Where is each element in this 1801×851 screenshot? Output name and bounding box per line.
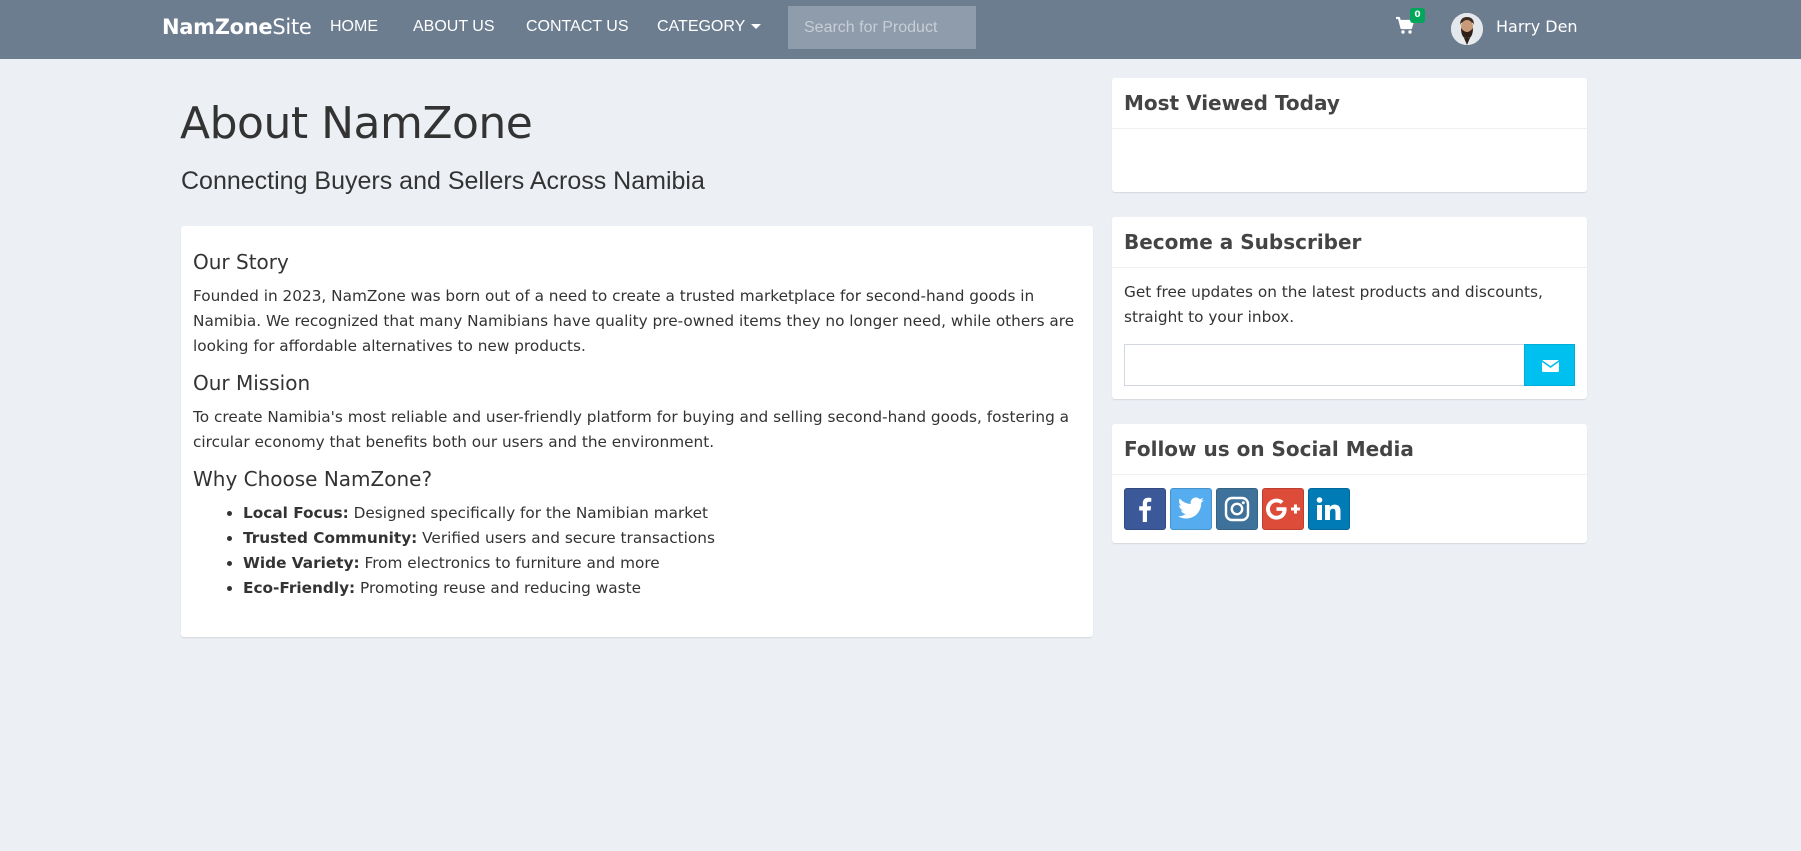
page-subtitle: Connecting Buyers and Sellers Across Nam… xyxy=(181,167,705,195)
brand-name-regular: Site xyxy=(272,15,312,39)
feature-text: From electronics to furniture and more xyxy=(359,554,660,572)
our-story-heading: Our Story xyxy=(193,250,289,274)
linkedin-button[interactable] xyxy=(1308,488,1350,530)
feature-label: Eco-Friendly: xyxy=(243,579,356,597)
twitter-button[interactable] xyxy=(1170,488,1212,530)
social-media-box: Follow us on Social Media xyxy=(1112,424,1587,543)
subscribe-title: Become a Subscriber xyxy=(1112,217,1587,268)
list-item: Local Focus: Designed specifically for t… xyxy=(243,501,1081,526)
social-media-title: Follow us on Social Media xyxy=(1112,424,1587,475)
our-mission-heading: Our Mission xyxy=(193,371,311,395)
social-buttons xyxy=(1124,488,1350,530)
linkedin-icon xyxy=(1316,497,1341,520)
nav-category-label: CATEGORY xyxy=(657,18,746,35)
google-plus-button[interactable] xyxy=(1262,488,1304,530)
our-story-text: Founded in 2023, NamZone was born out of… xyxy=(193,287,1075,355)
feature-label: Wide Variety: xyxy=(243,554,360,572)
feature-label: Local Focus: xyxy=(243,504,349,522)
user-name[interactable]: Harry Den xyxy=(1496,17,1578,36)
user-avatar-image xyxy=(1451,13,1483,45)
subscribe-box: Become a Subscriber Get free updates on … xyxy=(1112,217,1587,399)
nav-contact-us[interactable]: CONTACT US xyxy=(526,18,629,36)
nav-category-dropdown[interactable]: CATEGORY xyxy=(657,18,762,36)
subscribe-form xyxy=(1124,344,1575,386)
list-item: Wide Variety: From electronics to furnit… xyxy=(243,551,1081,576)
most-viewed-title: Most Viewed Today xyxy=(1112,78,1587,129)
feature-text: Promoting reuse and reducing waste xyxy=(355,579,641,597)
brand-name-bold: NamZone xyxy=(162,15,273,39)
email-field[interactable] xyxy=(1124,344,1525,386)
user-avatar[interactable] xyxy=(1451,13,1483,45)
envelope-icon xyxy=(1541,360,1560,372)
our-mission-text: To create Namibia's most reliable and us… xyxy=(193,408,1070,451)
nav-home[interactable]: HOME xyxy=(330,18,378,36)
page-title: About NamZone xyxy=(180,98,533,149)
top-navbar: NamZoneSite HOME ABOUT US CONTACT US CAT… xyxy=(0,0,1801,59)
why-choose-heading: Why Choose NamZone? xyxy=(193,467,433,491)
subscribe-button[interactable] xyxy=(1524,344,1575,386)
brand-logo[interactable]: NamZoneSite xyxy=(162,15,312,39)
google-plus-icon xyxy=(1266,498,1300,520)
cart-count-badge: 0 xyxy=(1410,8,1425,23)
instagram-icon xyxy=(1224,496,1250,522)
subscribe-description: Get free updates on the latest products … xyxy=(1124,283,1543,326)
facebook-icon xyxy=(1139,497,1152,522)
list-item: Trusted Community: Verified users and se… xyxy=(243,526,1081,551)
instagram-button[interactable] xyxy=(1216,488,1258,530)
about-content-card: Our Story Founded in 2023, NamZone was b… xyxy=(181,226,1093,637)
feature-text: Verified users and secure transactions xyxy=(417,529,715,547)
features-list: Local Focus: Designed specifically for t… xyxy=(193,501,1081,601)
feature-text: Designed specifically for the Namibian m… xyxy=(348,504,708,522)
nav-about-us[interactable]: ABOUT US xyxy=(413,18,495,36)
feature-label: Trusted Community: xyxy=(243,529,418,547)
most-viewed-box: Most Viewed Today xyxy=(1112,78,1587,192)
facebook-button[interactable] xyxy=(1124,488,1166,530)
caret-down-icon xyxy=(751,24,762,30)
list-item: Eco-Friendly: Promoting reuse and reduci… xyxy=(243,576,1081,601)
twitter-icon xyxy=(1178,497,1204,519)
search-input[interactable] xyxy=(788,6,976,49)
